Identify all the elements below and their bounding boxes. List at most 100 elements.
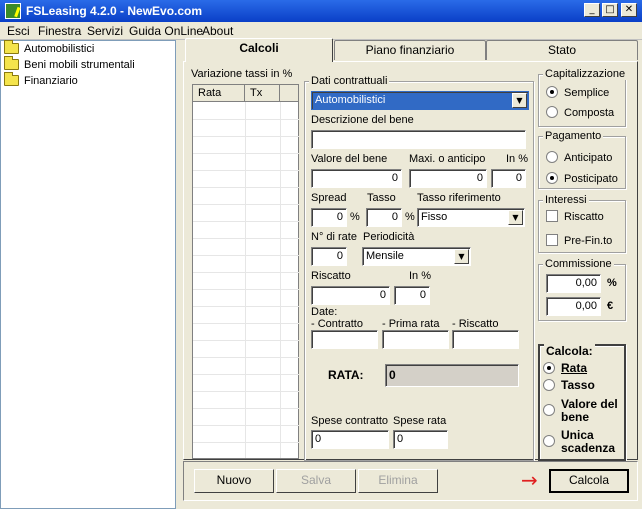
contratto-date-label: - Contratto: [311, 318, 363, 330]
tree-item-label: Beni mobili strumentali: [24, 59, 135, 71]
spese-contratto-input[interactable]: 0: [311, 430, 389, 449]
euro-unit: €: [607, 300, 614, 312]
col-filler-header: [280, 85, 298, 102]
radio-valore-bene[interactable]: [543, 404, 561, 417]
grid-row-line: [193, 340, 299, 341]
radio-anticipato[interactable]: Anticipato: [546, 151, 612, 164]
checkbox-pre-finto[interactable]: Pre-Fin.to: [546, 234, 612, 247]
spread-input[interactable]: 0: [311, 208, 347, 227]
commissione-title: Commissione: [543, 258, 614, 270]
tasso-riferimento-select[interactable]: Fisso ▼: [417, 208, 525, 227]
interessi-title: Interessi: [543, 194, 589, 206]
radio-composta[interactable]: Composta: [546, 106, 614, 119]
radio-label: Tasso: [561, 378, 595, 392]
chevron-down-icon[interactable]: ▼: [454, 249, 469, 264]
chevron-down-icon[interactable]: ▼: [512, 93, 527, 108]
radio-unica-scadenza-label: Unica scadenza: [561, 428, 616, 455]
radio-unica-scadenza[interactable]: [543, 435, 561, 448]
tab-stato[interactable]: Stato: [486, 40, 638, 60]
radio-icon: [543, 435, 555, 447]
radio-tasso[interactable]: Tasso: [543, 378, 595, 392]
nrate-input[interactable]: 0: [311, 247, 347, 266]
pagamento-title: Pagamento: [543, 130, 604, 142]
menu-guida-online[interactable]: Guida OnLine: [129, 24, 203, 38]
folder-icon: [4, 56, 19, 70]
tab-calcoli[interactable]: Calcoli: [185, 38, 333, 62]
spread-label: Spread: [311, 192, 347, 204]
tree-item-beni-mobili[interactable]: Beni mobili strumentali: [4, 56, 135, 75]
radio-label: Posticipato: [564, 173, 618, 185]
grid-row-line: [193, 170, 299, 171]
calcola-button[interactable]: Calcola: [549, 469, 629, 493]
radio-rata[interactable]: Rata: [543, 361, 587, 375]
category-tree: [0, 40, 176, 509]
grid-row-line: [193, 119, 299, 120]
menu-servizi[interactable]: Servizi: [87, 24, 123, 38]
valore-input[interactable]: 0: [311, 169, 402, 188]
tree-item-label: Finanziario: [24, 75, 78, 87]
checkbox-label: Pre-Fin.to: [564, 235, 613, 247]
prima-rata-date-input[interactable]: [382, 330, 449, 349]
radio-semplice[interactable]: Semplice: [546, 86, 609, 99]
tree-item-label: Automobilistici: [24, 43, 95, 55]
close-button[interactable]: ✕: [621, 3, 637, 17]
date-label: Date:: [311, 306, 338, 318]
periodicita-select[interactable]: Mensile ▼: [362, 247, 471, 266]
checkbox-label: Riscatto: [564, 211, 604, 223]
grid-row-line: [193, 408, 299, 409]
in-pct-input[interactable]: 0: [491, 169, 526, 188]
menu-esci[interactable]: Esci: [7, 24, 30, 38]
contratto-date-input[interactable]: [311, 330, 378, 349]
riscatto-date-label: - Riscatto: [452, 318, 499, 330]
commissione-eur-input[interactable]: 0,00: [546, 297, 601, 316]
riscatto-date-input[interactable]: [452, 330, 519, 349]
grid-divider: [245, 102, 246, 458]
menu-about[interactable]: About: [202, 24, 233, 38]
grid-row-line: [193, 136, 299, 137]
descrizione-input[interactable]: [311, 130, 526, 149]
nuovo-button[interactable]: Nuovo: [194, 469, 274, 493]
col-rata-header: Rata: [193, 85, 245, 102]
radio-posticipato[interactable]: Posticipato: [546, 172, 618, 185]
capitalizzazione-group: [538, 74, 626, 127]
categoria-select[interactable]: Automobilistici ▼: [311, 91, 529, 110]
folder-icon: [4, 40, 19, 54]
radio-label: Rata: [561, 361, 588, 375]
tab-piano-finanziario[interactable]: Piano finanziario: [334, 40, 486, 60]
grid-row-line: [193, 425, 299, 426]
grid-row-line: [193, 323, 299, 324]
calcola-title: Calcola:: [544, 344, 595, 358]
radio-icon: [543, 379, 555, 391]
minimize-button[interactable]: _: [584, 3, 600, 17]
variazione-grid[interactable]: Rata Tx: [192, 84, 299, 459]
spread-pct-sign: %: [350, 211, 360, 223]
salva-button[interactable]: Salva: [276, 469, 356, 493]
tasso-pct-sign: %: [405, 211, 415, 223]
folder-icon: [4, 72, 19, 86]
menu-finestra[interactable]: Finestra: [38, 24, 81, 38]
elimina-button[interactable]: Elimina: [358, 469, 438, 493]
riscatto-in-input[interactable]: 0: [394, 286, 430, 305]
tasso-input[interactable]: 0: [366, 208, 402, 227]
chevron-down-icon[interactable]: ▼: [508, 210, 523, 225]
grid-row-line: [193, 204, 299, 205]
spese-rata-input[interactable]: 0: [393, 430, 448, 449]
radio-icon: [546, 151, 558, 163]
tree-item-automobilistici[interactable]: Automobilistici: [4, 40, 95, 59]
grid-row-line: [193, 289, 299, 290]
maxi-input[interactable]: 0: [409, 169, 487, 188]
periodicita-label: Periodicità: [363, 231, 415, 243]
maximize-button[interactable]: □: [602, 3, 618, 17]
maxi-label: Maxi. o anticipo: [409, 153, 486, 165]
radio-icon: [546, 172, 558, 184]
tasso-riferimento-value: Fisso: [421, 211, 448, 223]
dati-contrattuali-title: Dati contrattuali: [309, 75, 390, 87]
col-tx-header: Tx: [245, 85, 280, 102]
commissione-pct-input[interactable]: 0,00: [546, 274, 601, 293]
checkbox-icon: [546, 234, 558, 246]
riscatto-input[interactable]: 0: [311, 286, 390, 305]
grid-row-line: [193, 238, 299, 239]
checkbox-riscatto[interactable]: Riscatto: [546, 210, 604, 223]
descrizione-label: Descrizione del bene: [311, 114, 414, 126]
tree-item-finanziario[interactable]: Finanziario: [4, 72, 78, 91]
